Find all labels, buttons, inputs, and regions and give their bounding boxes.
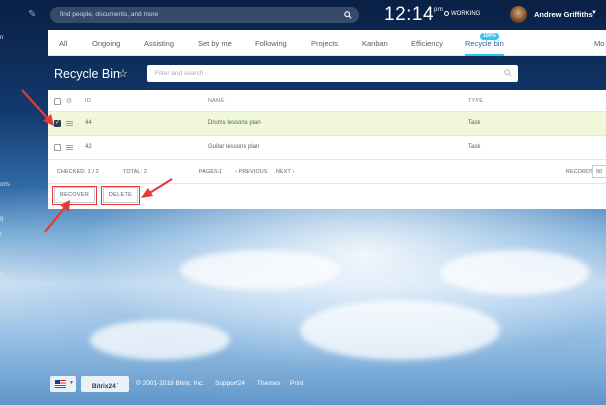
background-earth xyxy=(0,190,606,405)
avatar[interactable] xyxy=(510,6,527,23)
grid-footer: CHECKED: 1 / 2 TOTAL: 2 PAGES: 1 ‹ PREVI… xyxy=(48,160,606,184)
column-name[interactable]: NAME xyxy=(208,98,225,104)
chevron-down-icon: ▼ xyxy=(69,380,74,386)
cloud xyxy=(300,300,500,360)
search-placeholder: find people, documents, and more xyxy=(60,11,159,18)
chevron-down-icon[interactable]: ▼ xyxy=(591,10,597,16)
tab-kanban[interactable]: Kanban xyxy=(362,39,388,48)
tab-all[interactable]: All xyxy=(59,39,67,48)
clock-small-icon: ◔ xyxy=(115,381,119,386)
table-row[interactable]: 42 Guitar lessons plan Task xyxy=(48,136,606,160)
cloud xyxy=(180,250,340,290)
tab-efficiency[interactable]: Efficiency xyxy=(411,39,443,48)
row-menu-icon[interactable] xyxy=(66,121,73,126)
left-nav-item[interactable]: n xyxy=(0,35,3,41)
us-flag-icon xyxy=(55,380,66,388)
total-count: TOTAL: 2 xyxy=(123,169,148,175)
checked-count: CHECKED: 1 / 2 xyxy=(57,169,99,175)
brand-label: Bitrix24 xyxy=(91,383,116,390)
cloud xyxy=(440,250,590,295)
gear-icon[interactable]: ⚙ xyxy=(66,97,72,105)
user-name[interactable]: Andrew Griffiths xyxy=(534,10,593,19)
pages-label: PAGES: xyxy=(199,169,220,175)
table-row[interactable]: 44 Drums lessons plan Task xyxy=(48,112,606,136)
annotation-arrow xyxy=(44,200,70,233)
row-name: Drums lessons plan xyxy=(208,120,261,126)
tab-more[interactable]: Mo xyxy=(594,39,604,48)
top-bar: ✎ find people, documents, and more 12:14… xyxy=(0,0,606,30)
pen-icon[interactable]: ✎ xyxy=(28,9,36,20)
column-id[interactable]: ID xyxy=(85,98,91,104)
global-search-input[interactable]: find people, documents, and more xyxy=(50,7,359,23)
support-link[interactable]: Support24 xyxy=(215,380,245,387)
left-nav-item[interactable]: orts xyxy=(0,182,10,188)
page-title: Recycle Bin xyxy=(54,67,120,81)
copyright: © 2001-2018 Bitrix, Inc. xyxy=(136,380,205,387)
records-select[interactable]: 50 xyxy=(592,165,606,178)
row-id: 42 xyxy=(85,144,92,150)
star-icon[interactable]: ☆ xyxy=(118,67,128,80)
grid-header: ⚙ ID NAME TYPE xyxy=(48,90,606,112)
status-circle-icon xyxy=(444,11,449,16)
row-name: Guitar lessons plan xyxy=(208,144,260,150)
page-number[interactable]: 1 xyxy=(219,169,222,175)
tab-ongoing[interactable]: Ongoing xyxy=(92,39,120,48)
row-type: Task xyxy=(468,120,481,126)
clock-time: 12:14 xyxy=(384,4,435,25)
previous-link[interactable]: ‹ PREVIOUS xyxy=(235,169,268,175)
bitrix24-button[interactable]: Bitrix24◔ xyxy=(81,376,129,392)
left-nav-item[interactable]: 0 xyxy=(0,272,3,278)
annotation-arrow xyxy=(21,89,54,126)
tab-recycle-bin[interactable]: Recycle bin xyxy=(465,39,504,56)
next-link[interactable]: NEXT › xyxy=(276,169,294,175)
delete-highlight xyxy=(101,186,140,205)
themes-link[interactable]: Themes xyxy=(257,380,280,387)
row-type: Task xyxy=(468,144,481,150)
tab-assisting[interactable]: Assisting xyxy=(144,39,174,48)
work-status-label: WORKING xyxy=(451,11,481,17)
clock[interactable]: 12:14pm xyxy=(384,4,443,26)
language-selector[interactable]: ▼ xyxy=(50,376,76,392)
left-nav-item[interactable]: g xyxy=(0,216,3,222)
row-id: 44 xyxy=(85,120,92,126)
filter-placeholder: Filter and search xyxy=(155,70,204,77)
tab-set-by-me[interactable]: Set by me xyxy=(198,39,232,48)
cloud xyxy=(90,320,230,360)
search-icon[interactable] xyxy=(504,69,512,77)
tab-following[interactable]: Following xyxy=(255,39,287,48)
search-icon[interactable] xyxy=(344,11,352,19)
filter-search-input[interactable]: Filter and search xyxy=(147,65,518,82)
tab-projects[interactable]: Projects xyxy=(311,39,338,48)
left-nav-item[interactable]: r xyxy=(0,232,2,238)
print-link[interactable]: Print xyxy=(290,380,303,387)
row-checkbox[interactable] xyxy=(54,144,61,151)
tasks-tabs: All Ongoing Assisting Set by me Followin… xyxy=(48,30,606,56)
annotation-arrow xyxy=(141,178,173,198)
clock-suffix: pm xyxy=(434,7,444,13)
column-type[interactable]: TYPE xyxy=(468,98,483,104)
row-menu-icon[interactable] xyxy=(66,145,73,150)
work-status[interactable]: WORKING xyxy=(444,11,480,17)
